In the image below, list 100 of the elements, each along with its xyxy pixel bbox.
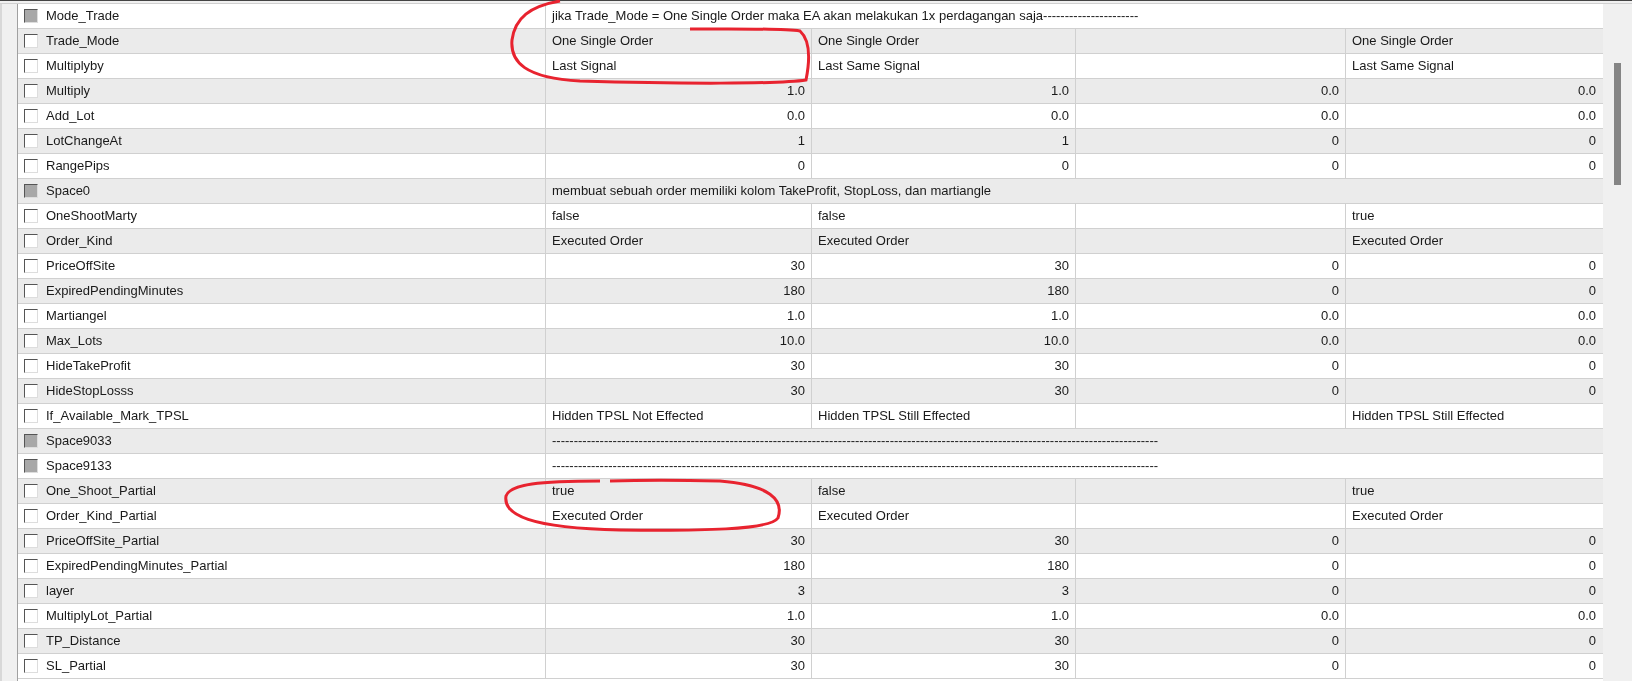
parameter-name: Martiangel (46, 307, 107, 326)
value-cell-text: 0.0 (1320, 332, 1339, 351)
checkbox[interactable] (24, 534, 38, 548)
value-cell-text: 0 (1588, 657, 1596, 676)
parameter-name: Mode_Trade (46, 7, 120, 26)
value-cell-text: 30 (790, 382, 805, 401)
value-cell-text: One Single Order (552, 32, 654, 51)
value-cell-text: 30 (1054, 657, 1069, 676)
parameter-name: layer (46, 582, 75, 601)
checkbox[interactable] (24, 334, 38, 348)
checkbox[interactable] (24, 559, 38, 573)
checkbox[interactable] (24, 609, 38, 623)
parameter-name: LotChangeAt (46, 132, 122, 151)
checkbox[interactable] (24, 509, 38, 523)
value-cell-text: 30 (790, 257, 805, 276)
comment-text: membuat sebuah order memiliki kolom TakeProfit, StopLoss, dan martiangle (552, 182, 992, 201)
checkbox[interactable] (24, 34, 38, 48)
checkbox[interactable] (24, 484, 38, 498)
scrollbar-thumb[interactable] (1614, 63, 1621, 185)
parameter-name: Add_Lot (46, 107, 95, 126)
value-cell-text: 180 (783, 282, 805, 301)
checkbox[interactable] (24, 584, 38, 598)
value-cell-text: 180 (783, 557, 805, 576)
value-cell-text: 0 (1588, 257, 1596, 276)
checkbox[interactable] (24, 109, 38, 123)
value-cell-text: true (1352, 207, 1375, 226)
value-cell-text: 0 (1061, 157, 1069, 176)
value-cell-text: 1.0 (1050, 307, 1069, 326)
value-cell-text: 0 (1331, 157, 1339, 176)
value-cell-text: 0 (1331, 382, 1339, 401)
value-cell-text: 10.0 (1043, 332, 1069, 351)
value-cell-text: 0 (797, 157, 805, 176)
value-cell-text: 0.0 (1320, 607, 1339, 626)
parameter-name: ExpiredPendingMinutes (46, 282, 184, 301)
value-cell-text: 3 (1061, 582, 1069, 601)
value-cell-text: 0 (1331, 282, 1339, 301)
parameter-name: OneShootMarty (46, 207, 138, 226)
value-cell-text: 0.0 (1050, 107, 1069, 126)
value-cell-text: 30 (1054, 357, 1069, 376)
checkbox[interactable] (24, 384, 38, 398)
parameter-name: Multiply (46, 82, 91, 101)
parameter-name: TP_Distance (46, 632, 121, 651)
parameter-name: Trade_Mode (46, 32, 120, 51)
parameter-name: Multiplyby (46, 57, 104, 76)
value-cell-text: Hidden TPSL Still Effected (1352, 407, 1505, 426)
value-cell-text: 180 (1047, 282, 1069, 301)
value-cell-text: 0 (1588, 357, 1596, 376)
value-cell-text: 0 (1588, 532, 1596, 551)
value-cell-text: 0.0 (1320, 82, 1339, 101)
value-cell-text: 0 (1331, 357, 1339, 376)
checkbox[interactable] (24, 634, 38, 648)
value-cell-text: Executed Order (818, 507, 910, 526)
value-cell-text: 0.0 (1577, 332, 1596, 351)
value-cell-text: false (818, 482, 846, 501)
value-cell-text: true (552, 482, 575, 501)
checkbox[interactable] (24, 134, 38, 148)
parameter-name: ExpiredPendingMinutes_Partial (46, 557, 228, 576)
value-cell-text: Executed Order (552, 507, 644, 526)
value-cell-text: 0 (1588, 557, 1596, 576)
value-cell-text: Last Same Signal (818, 57, 920, 76)
checkbox[interactable] (24, 359, 38, 373)
value-cell-text: One Single Order (818, 32, 920, 51)
value-cell-text: Last Same Signal (1352, 57, 1454, 76)
value-cell-text: 0 (1588, 582, 1596, 601)
parameter-name: One_Shoot_Partial (46, 482, 156, 501)
checkbox[interactable] (24, 409, 38, 423)
checkbox[interactable] (24, 59, 38, 73)
checkbox[interactable] (24, 284, 38, 298)
parameter-name: HideTakeProfit (46, 357, 131, 376)
value-cell-text: 0.0 (1320, 307, 1339, 326)
checkbox[interactable] (24, 259, 38, 273)
value-cell-text: Hidden TPSL Not Effected (552, 407, 704, 426)
value-cell-text: 1.0 (786, 307, 805, 326)
checkbox[interactable] (24, 84, 38, 98)
parameter-name: PriceOffSite_Partial (46, 532, 160, 551)
checkbox[interactable] (24, 234, 38, 248)
value-cell-text: Last Signal (552, 57, 617, 76)
checkbox[interactable] (24, 659, 38, 673)
checkbox[interactable] (24, 209, 38, 223)
parameter-name: If_Available_Mark_TPSL (46, 407, 189, 426)
comment-text: jika Trade_Mode = One Single Order maka EA akan melakukan 1x perdagangan saja---------------------- (552, 7, 1139, 26)
checkbox[interactable] (24, 309, 38, 323)
value-cell-text: Hidden TPSL Still Effected (818, 407, 971, 426)
parameter-name: MultiplyLot_Partial (46, 607, 153, 626)
parameter-name: RangePips (46, 157, 110, 176)
value-cell-text: 30 (1054, 532, 1069, 551)
comment-text: -------------------------------------------------------------------------------------------------------------------------------------------- (552, 457, 1159, 476)
value-cell-text: 0.0 (786, 107, 805, 126)
scrollbar[interactable] (1603, 4, 1632, 681)
value-cell-text: 1.0 (1050, 607, 1069, 626)
parameter-name: Space0 (46, 182, 91, 201)
value-cell-text: 30 (790, 657, 805, 676)
value-cell-text: 1 (1061, 132, 1069, 151)
value-cell-text: One Single Order (1352, 32, 1454, 51)
value-cell-text: 3 (797, 582, 805, 601)
value-cell-text: 0 (1331, 557, 1339, 576)
parameter-name: Max_Lots (46, 332, 103, 351)
value-cell-text: 0.0 (1577, 82, 1596, 101)
value-cell-text: 0.0 (1577, 307, 1596, 326)
checkbox[interactable] (24, 159, 38, 173)
